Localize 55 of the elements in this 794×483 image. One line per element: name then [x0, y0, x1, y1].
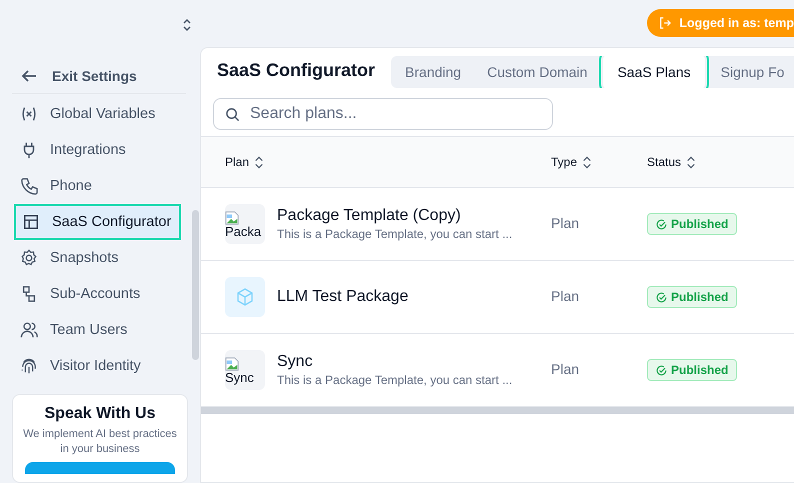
search-field[interactable]: Search plans... [213, 98, 553, 130]
sort-icon [686, 154, 696, 170]
scrollbar[interactable] [192, 210, 199, 360]
table-cell: Plan [551, 361, 580, 377]
page-title: SaaS Configurator [217, 60, 376, 80]
sidebar-item[interactable]: Integrations [14, 132, 181, 168]
users-icon [20, 321, 38, 340]
box-icon [235, 287, 255, 307]
sidebar-item[interactable]: Phone [14, 168, 181, 204]
status-badge: Published [647, 213, 738, 235]
check-circle-icon [656, 218, 667, 230]
broken-image-icon [225, 356, 239, 370]
column-header[interactable]: Type [551, 154, 592, 170]
fingerprint-icon [20, 357, 38, 376]
sort-icon [254, 154, 264, 170]
promo-button[interactable] [25, 462, 175, 474]
status-badge: Published [647, 359, 738, 381]
exit-settings-link[interactable]: Exit Settings [12, 59, 186, 94]
logout-icon [659, 16, 672, 28]
tab[interactable]: SaaS Plans [603, 56, 705, 88]
layout-icon [22, 213, 40, 232]
image-alt-text: Packa [225, 224, 262, 238]
sidebar-item[interactable]: SaaS Configurator [14, 204, 181, 240]
column-header[interactable]: Plan [225, 154, 264, 170]
promo-title: Speak With Us [44, 405, 156, 424]
sidebar-item[interactable]: Global Variables [14, 96, 181, 132]
plan-description: This is a Package Template, you can start ... [277, 227, 512, 241]
status-badge: Published [647, 286, 738, 308]
column-header[interactable]: Status [647, 154, 696, 170]
check-circle-icon [656, 364, 667, 376]
plan-name[interactable]: LLM Test Package [277, 288, 408, 306]
sidebar-item[interactable]: Team Users [14, 312, 181, 348]
table-cell: Plan [551, 215, 580, 231]
variable-icon [20, 105, 38, 124]
phone-icon [20, 177, 38, 196]
tab[interactable]: Custom Domain [477, 59, 598, 85]
tab[interactable]: Branding [395, 59, 472, 85]
sidebar-item[interactable]: Snapshots [14, 240, 181, 276]
plan-name[interactable]: Sync [277, 353, 512, 371]
table-cell: Plan [551, 288, 580, 304]
sidebar-item[interactable]: Sub-Accounts [14, 276, 181, 312]
broken-image-icon [225, 210, 239, 224]
plan-description: This is a Package Template, you can start ... [277, 373, 512, 387]
sidebar-item[interactable]: Visitor Identity [14, 348, 181, 384]
promo-text: We implement AI best practices in your business [22, 427, 178, 456]
search-icon [225, 107, 240, 122]
chevrons-icon[interactable] [182, 16, 192, 33]
check-circle-icon [656, 292, 667, 302]
plan-name[interactable]: Package Template (Copy) [277, 207, 512, 225]
sort-icon [582, 154, 592, 170]
horizontal-scrollbar[interactable] [201, 407, 794, 414]
gear-icon [20, 249, 38, 268]
image-alt-text: Sync [225, 370, 255, 384]
sub-accounts-icon [20, 285, 38, 304]
tab[interactable]: Signup Fo [710, 59, 794, 85]
